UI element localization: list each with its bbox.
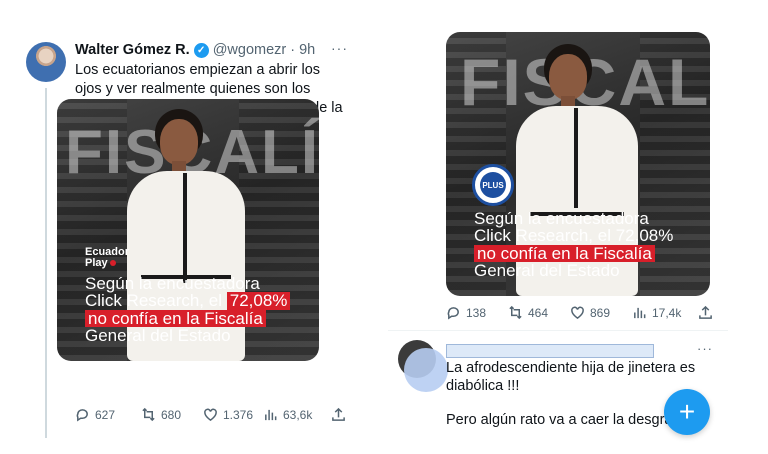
caption-line3: no confía en la Fiscalía: [474, 244, 655, 262]
like-button[interactable]: 869: [570, 305, 632, 320]
reply-button[interactable]: 627: [75, 407, 141, 422]
more-options-icon[interactable]: ···: [331, 40, 348, 56]
plus-badge-label: PLUS: [480, 172, 506, 198]
tweet-timestamp[interactable]: 9h: [299, 42, 315, 58]
reply-author-redaction: [446, 344, 654, 358]
views-button[interactable]: 63,6k: [263, 407, 331, 422]
author-handle[interactable]: @wgomezr: [213, 42, 287, 58]
caption-line4: General del Estado: [474, 260, 620, 280]
retweet-count: 680: [161, 407, 182, 422]
like-button[interactable]: 1.376: [203, 407, 263, 422]
share-button[interactable]: [331, 407, 346, 422]
caption-line1: Según la encuestadora: [474, 209, 649, 228]
heart-icon: [204, 408, 217, 422]
retweet-button[interactable]: 464: [508, 305, 570, 320]
tweet-media-image[interactable]: FISCALÍA Ecuador Play Según la encuestad…: [57, 99, 319, 361]
heart-icon: [571, 306, 584, 320]
verified-badge-icon: ✓: [193, 42, 209, 58]
reply-divider: [388, 330, 728, 331]
ecuador-play-logo: Ecuador Play: [85, 247, 129, 269]
views-count: 63,6k: [283, 407, 313, 422]
caption-line4: General del Estado: [85, 325, 231, 345]
reply-more-options-icon[interactable]: ···: [697, 341, 713, 356]
logo-line2: Play: [85, 258, 129, 269]
media-caption: Según la encuestadora Click Research, el…: [85, 274, 291, 345]
separator-dot: ·: [290, 42, 296, 58]
share-icon: [332, 407, 345, 421]
author-display-name[interactable]: Walter Gómez R.: [75, 42, 190, 58]
reply-icon: [76, 409, 88, 422]
views-count: 17,4k: [652, 305, 682, 320]
media-caption: Según la encuestadora Click Research, el…: [474, 210, 673, 279]
right-tweet-media-image[interactable]: FISCALÍA PLUS Según la encuestadora Clic…: [446, 32, 710, 296]
right-tweet-actions: 138 464 869 17,4k: [446, 305, 713, 320]
retweet-icon: [509, 305, 522, 320]
share-icon: [699, 305, 712, 319]
views-button[interactable]: 17,4k: [632, 305, 698, 320]
like-count: 869: [590, 305, 611, 320]
caption-line3: no confía en la Fiscalía: [85, 309, 266, 327]
reply-button[interactable]: 138: [446, 305, 508, 320]
like-count: 1.376: [223, 407, 254, 422]
caption-line1: Según la encuestadora: [85, 274, 260, 293]
reply-icon: [447, 307, 459, 320]
views-chart-icon: [634, 307, 646, 319]
plus-badge-logo: PLUS: [472, 164, 514, 206]
reply-count: 627: [95, 407, 116, 422]
thread-line: [45, 88, 47, 438]
share-button[interactable]: [698, 305, 713, 320]
reply-text-second-paragraph: Pero algún rato va a caer la desgracia: [446, 412, 692, 428]
retweet-count: 464: [528, 305, 549, 320]
compose-tweet-button[interactable]: +: [664, 389, 710, 435]
reply-avatar-redaction: [404, 348, 448, 392]
reply-count: 138: [466, 305, 487, 320]
retweet-button[interactable]: 680: [141, 407, 203, 422]
left-tweet-actions: 627 680 1.376 63,6k: [75, 407, 346, 422]
tweet-header: Walter Gómez R. ✓ @wgomezr · 9h: [75, 42, 315, 58]
retweet-icon: [142, 407, 155, 422]
caption-line2: Click Research, el: [85, 291, 222, 311]
caption-percent-highlight: 72,08%: [226, 292, 291, 310]
caption-line2: Click Research, el 72,08%: [474, 226, 674, 246]
author-avatar[interactable]: [26, 42, 66, 82]
reply-text: La afrodescendiente hija de jinetera es …: [446, 360, 696, 394]
views-chart-icon: [265, 409, 277, 421]
